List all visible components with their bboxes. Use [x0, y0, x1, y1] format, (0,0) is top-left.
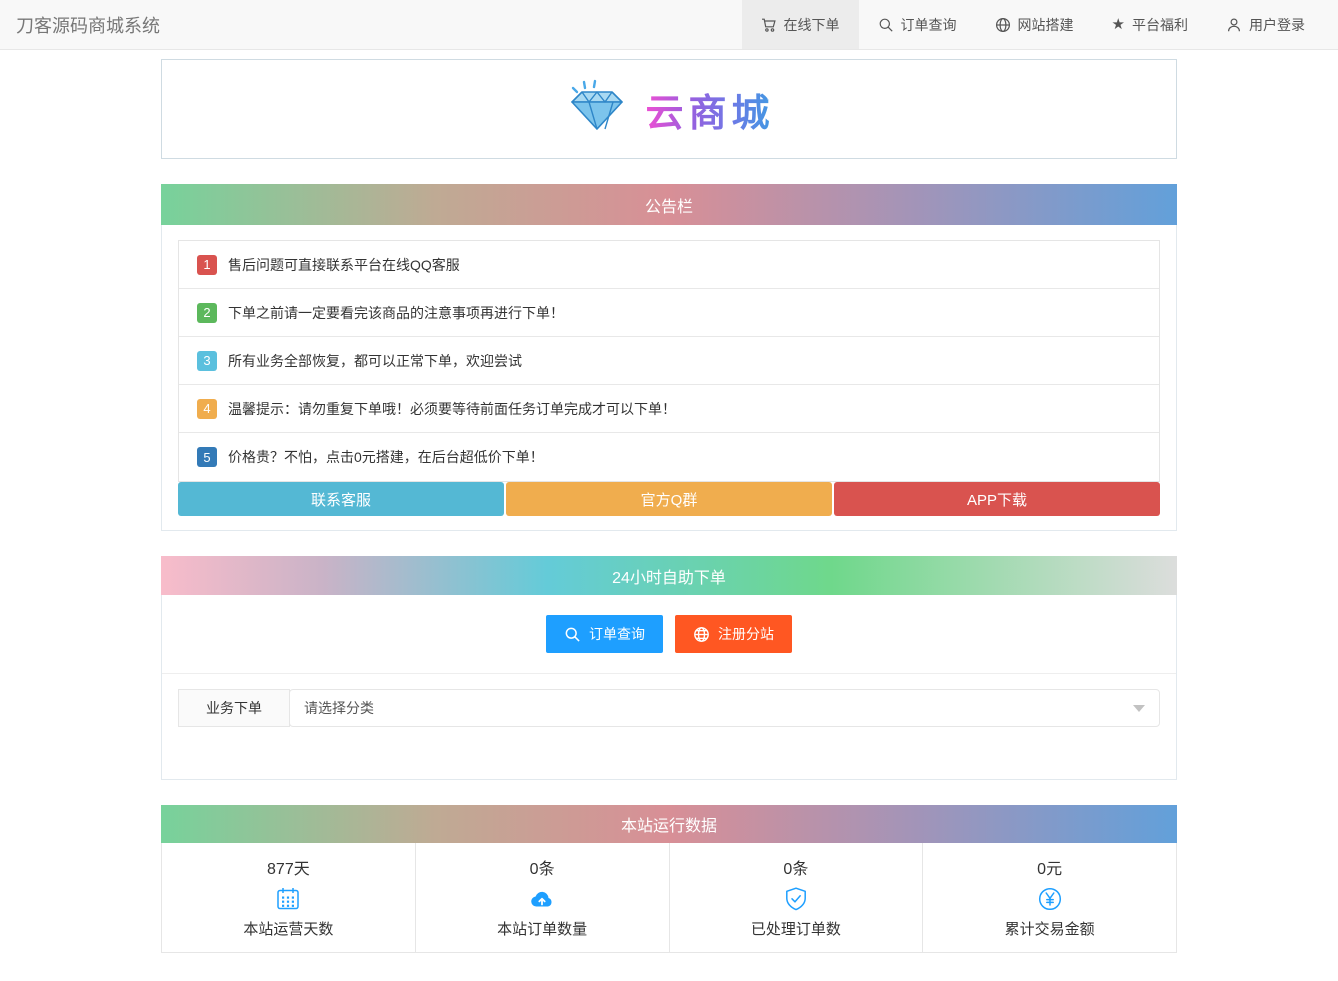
- cloud-upload-icon: [416, 886, 669, 913]
- stat-label: 已处理订单数: [750, 921, 841, 938]
- main-nav: 在线下单 订单查询 网站搭建 ★ 平台福利 用户登录: [741, 0, 1324, 49]
- search-icon: [878, 17, 894, 33]
- contact-support-button[interactable]: 联系客服: [178, 482, 504, 516]
- announcement-text: 所有业务全部恢复，都可以正常下单，欢迎尝试: [228, 352, 522, 369]
- globe-icon: [693, 626, 710, 643]
- announcement-text: 价格贵？不怕，点击0元搭建，在后台超低价下单！: [228, 449, 544, 465]
- nav-label: 网站搭建: [1017, 16, 1074, 33]
- announcement-item: 1 售后问题可直接联系平台在线QQ客服: [179, 241, 1159, 289]
- announcement-text: 下单之前请一定要看完该商品的注意事项再进行下单！: [228, 304, 564, 321]
- button-label: 订单查询: [589, 626, 645, 642]
- announcement-list: 1 售后问题可直接联系平台在线QQ客服 2 下单之前请一定要看完该商品的注意事项…: [178, 240, 1160, 482]
- stats-header: 本站运行数据: [161, 805, 1177, 843]
- stat-processed-orders: 0条 已处理订单数: [670, 843, 924, 952]
- official-qq-group-button[interactable]: 官方Q群: [506, 482, 832, 516]
- star-icon: ★: [1111, 16, 1125, 33]
- announcement-item: 5 价格贵？不怕，点击0元搭建，在后台超低价下单！: [179, 433, 1159, 481]
- top-navbar: 刀客源码商城系统 在线下单 订单查询 网站搭建 ★ 平台福利 用户登录: [0, 0, 1338, 50]
- announcement-badge: 3: [197, 350, 217, 371]
- button-label: 注册分站: [718, 626, 774, 642]
- stat-running-days: 877天 本站运营天数: [162, 843, 416, 952]
- announcement-header: 公告栏: [161, 184, 1177, 225]
- user-icon: [1226, 17, 1242, 33]
- announcement-text: 售后问题可直接联系平台在线QQ客服: [228, 256, 460, 273]
- category-select[interactable]: 请选择分类: [289, 689, 1160, 727]
- stat-label: 本站订单数量: [497, 921, 588, 938]
- nav-item-order-query[interactable]: 订单查询: [859, 0, 976, 49]
- announcement-badge: 4: [197, 398, 217, 419]
- chevron-down-icon: [1133, 704, 1145, 712]
- site-title: 刀客源码商城系统: [16, 15, 160, 36]
- stat-order-count: 0条 本站订单数量: [416, 843, 670, 952]
- nav-label: 用户登录: [1249, 16, 1305, 33]
- announcement-badge: 5: [197, 447, 217, 467]
- stat-value: 877天: [267, 861, 310, 878]
- logo-banner: 云商城: [161, 59, 1177, 159]
- order-query-button[interactable]: 订单查询: [546, 615, 663, 653]
- stat-value: 0条: [529, 861, 555, 878]
- search-icon: [564, 626, 581, 643]
- announcement-badge: 1: [197, 254, 217, 275]
- selfservice-section: 24小时自助下单 订单查询 注册分站 业务下单 请选择分类: [161, 556, 1177, 780]
- yen-circle-icon: [923, 886, 1176, 913]
- calendar-icon: [162, 886, 415, 913]
- nav-item-platform-benefits[interactable]: ★ 平台福利: [1093, 0, 1207, 49]
- stat-value: 0元: [1037, 861, 1063, 878]
- select-placeholder: 请选择分类: [304, 700, 374, 716]
- globe-icon: [995, 17, 1011, 33]
- nav-item-site-build[interactable]: 网站搭建: [976, 0, 1093, 49]
- stat-total-amount: 0元 累计交易金额: [923, 843, 1176, 952]
- announcement-item: 4 温馨提示：请勿重复下单哦！必须要等待前面任务订单完成才可以下单！: [179, 385, 1159, 433]
- register-substation-button[interactable]: 注册分站: [675, 615, 792, 653]
- logo-text: 云商城: [645, 82, 774, 137]
- stats-section: 本站运行数据 877天 本站运营天数 0条 本站订单数量 0条 已处理订单数 0…: [161, 805, 1177, 953]
- announcement-section: 公告栏 1 售后问题可直接联系平台在线QQ客服 2 下单之前请一定要看完该商品的…: [161, 184, 1177, 531]
- announcement-text: 温馨提示：请勿重复下单哦！必须要等待前面任务订单完成才可以下单！: [228, 400, 676, 417]
- stat-value: 0条: [783, 861, 809, 878]
- stat-label: 本站运营天数: [243, 921, 334, 938]
- business-order-label: 业务下单: [178, 689, 290, 727]
- announcement-item: 2 下单之前请一定要看完该商品的注意事项再进行下单！: [179, 289, 1159, 337]
- nav-item-online-order[interactable]: 在线下单: [741, 0, 859, 49]
- nav-label: 在线下单: [783, 16, 840, 33]
- selfservice-header: 24小时自助下单: [161, 556, 1177, 595]
- nav-label: 平台福利: [1132, 16, 1188, 33]
- shield-check-icon: [670, 886, 923, 913]
- nav-label: 订单查询: [900, 16, 957, 33]
- announcement-badge: 2: [197, 302, 217, 323]
- nav-item-user-login[interactable]: 用户登录: [1207, 0, 1324, 49]
- app-download-button[interactable]: APP下载: [834, 482, 1160, 516]
- diamond-icon: [563, 79, 629, 140]
- announcement-item: 3 所有业务全部恢复，都可以正常下单，欢迎尝试: [179, 337, 1159, 385]
- stat-label: 累计交易金额: [1004, 921, 1095, 938]
- cart-icon: [761, 17, 777, 33]
